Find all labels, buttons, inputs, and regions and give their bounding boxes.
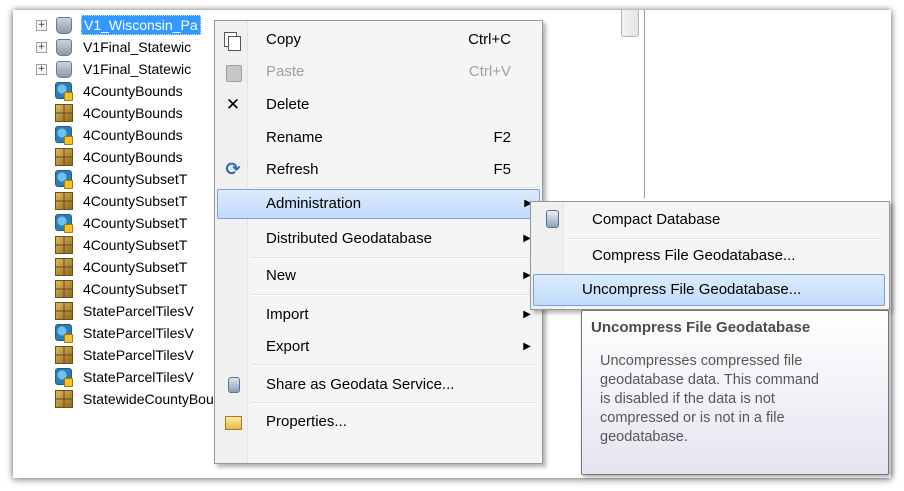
menu-item-rename[interactable]: Rename F2 — [217, 123, 538, 153]
menu-item-export[interactable]: Export ▶ — [217, 332, 538, 362]
tile-package-icon — [55, 302, 73, 320]
tooltip-title: Uncompress File Geodatabase — [591, 319, 811, 336]
tree-item-label: 4CountySubsetT — [83, 193, 188, 209]
menu-item-label: Administration — [266, 195, 362, 212]
menu-item-label: Uncompress File Geodatabase... — [582, 281, 802, 298]
tile-package-icon — [55, 346, 73, 364]
menu-item-shortcut: F2 — [493, 129, 511, 146]
database-icon — [56, 17, 72, 34]
menu-item-uncompress-file-geodatabase[interactable]: Uncompress File Geodatabase... — [533, 274, 885, 306]
tree-item-label: StateParcelTilesV — [83, 347, 194, 363]
menu-item-label: Copy — [266, 31, 302, 48]
map-service-icon — [55, 126, 73, 145]
administration-submenu: Compact Database Compress File Geodataba… — [530, 201, 890, 310]
menu-item-label: Paste — [266, 63, 305, 80]
tile-package-icon — [55, 104, 73, 122]
menu-item-import[interactable]: Import ▶ — [217, 300, 538, 330]
menu-item-label: Export — [266, 338, 310, 355]
tree-item-label: V1Final_Statewic — [83, 39, 192, 55]
paste-icon — [224, 63, 242, 82]
menu-separator — [567, 238, 882, 240]
tile-package-icon — [55, 148, 73, 166]
expand-icon[interactable]: + — [36, 64, 47, 75]
submenu-arrow-icon: ▶ — [523, 341, 531, 352]
tree-item-label: V1_Wisconsin_Pa — [81, 15, 201, 35]
tile-package-icon — [55, 192, 73, 210]
context-menu: Copy Ctrl+C Paste Ctrl+V ✕ Delete Rename… — [214, 20, 543, 464]
menu-item-delete[interactable]: ✕ Delete — [217, 90, 538, 120]
menu-item-label: Share as Geodata Service... — [266, 376, 455, 393]
delete-icon: ✕ — [225, 95, 241, 115]
menu-separator — [251, 364, 536, 366]
tree-item-label: StateParcelTilesV — [83, 303, 194, 319]
scrollbar-thumb[interactable] — [621, 10, 639, 37]
refresh-icon: ⟳ — [225, 159, 241, 180]
menu-item-label: Compress File Geodatabase... — [592, 247, 796, 264]
menu-separator — [251, 402, 536, 404]
map-service-icon — [55, 170, 73, 189]
tree-item-label: 4CountySubsetT — [83, 171, 188, 187]
tile-package-icon — [55, 258, 73, 276]
expand-icon[interactable]: + — [36, 42, 47, 53]
tree-item-label: 4CountyBounds — [83, 127, 183, 143]
tree-item-label: StateParcelTilesV — [83, 369, 194, 385]
tree-item-label: StateParcelTilesV — [83, 325, 194, 341]
tree-item-label: 4CountySubsetT — [83, 215, 188, 231]
menu-item-copy[interactable]: Copy Ctrl+C — [217, 25, 538, 55]
tree-item-label: 4CountyBounds — [83, 149, 183, 165]
tooltip-line: compressed or is not in a file — [600, 410, 785, 426]
menu-item-properties[interactable]: Properties... — [217, 407, 538, 437]
tile-package-icon — [55, 236, 73, 254]
menu-item-label: Delete — [266, 96, 310, 113]
menu-item-compact-database[interactable]: Compact Database — [533, 205, 883, 235]
menu-item-shortcut: F5 — [493, 161, 511, 178]
tooltip-line: Uncompresses compressed file — [600, 353, 803, 369]
tooltip-line: geodatabase data. This command — [600, 372, 819, 388]
menu-separator — [251, 294, 536, 296]
compact-database-icon — [543, 210, 561, 230]
menu-item-administration[interactable]: Administration ▶ — [217, 189, 540, 219]
expand-icon[interactable]: + — [36, 20, 47, 31]
menu-item-label: Rename — [266, 129, 323, 146]
database-icon — [56, 61, 72, 78]
copy-icon — [224, 31, 242, 51]
tooltip-line: is disabled if the data is not — [600, 391, 775, 407]
map-service-icon — [55, 82, 73, 101]
menu-item-label: New — [266, 267, 297, 284]
menu-item-compress-file-geodatabase[interactable]: Compress File Geodatabase... — [533, 241, 883, 271]
tile-package-icon — [55, 280, 73, 298]
map-service-icon — [55, 324, 73, 343]
menu-item-refresh[interactable]: ⟳ Refresh F5 — [217, 155, 538, 185]
catalog-window: + V1_Wisconsin_Pa + V1Final_Statewic + V… — [13, 10, 891, 478]
tree-item-label: 4CountySubsetT — [83, 237, 188, 253]
tree-item-label: 4CountyBounds — [83, 83, 183, 99]
tree-item-label: 4CountyBounds — [83, 105, 183, 121]
menu-item-share-geodata-service[interactable]: Share as Geodata Service... — [217, 370, 538, 400]
database-icon — [56, 39, 72, 56]
geodata-service-icon — [224, 376, 242, 394]
vertical-scrollbar[interactable] — [617, 10, 644, 50]
menu-item-label: Distributed Geodatabase — [266, 230, 432, 247]
menu-item-label: Refresh — [266, 161, 319, 178]
tile-package-icon — [55, 390, 73, 408]
menu-item-label: Import — [266, 306, 309, 323]
tree-item-label: V1Final_Statewic — [83, 61, 192, 77]
menu-item-shortcut: Ctrl+C — [468, 31, 511, 48]
properties-icon — [224, 413, 242, 431]
map-service-icon — [55, 214, 73, 233]
tooltip: Uncompress File Geodatabase Uncompresses… — [581, 310, 889, 475]
menu-item-shortcut: Ctrl+V — [468, 63, 511, 80]
menu-item-paste[interactable]: Paste Ctrl+V — [217, 57, 538, 87]
menu-item-label: Compact Database — [592, 211, 721, 228]
pane-divider — [644, 10, 645, 198]
menu-separator — [251, 257, 536, 259]
tooltip-body: Uncompresses compressed file geodatabase… — [600, 352, 880, 447]
menu-item-new[interactable]: New ▶ — [217, 261, 538, 291]
menu-item-label: Properties... — [266, 413, 347, 430]
tooltip-line: geodatabase. — [600, 429, 688, 445]
tree-item-label: 4CountySubsetT — [83, 259, 188, 275]
tree-item-label: 4CountySubsetT — [83, 281, 188, 297]
map-service-icon — [55, 368, 73, 387]
menu-item-distributed-geodatabase[interactable]: Distributed Geodatabase ▶ — [217, 224, 538, 254]
